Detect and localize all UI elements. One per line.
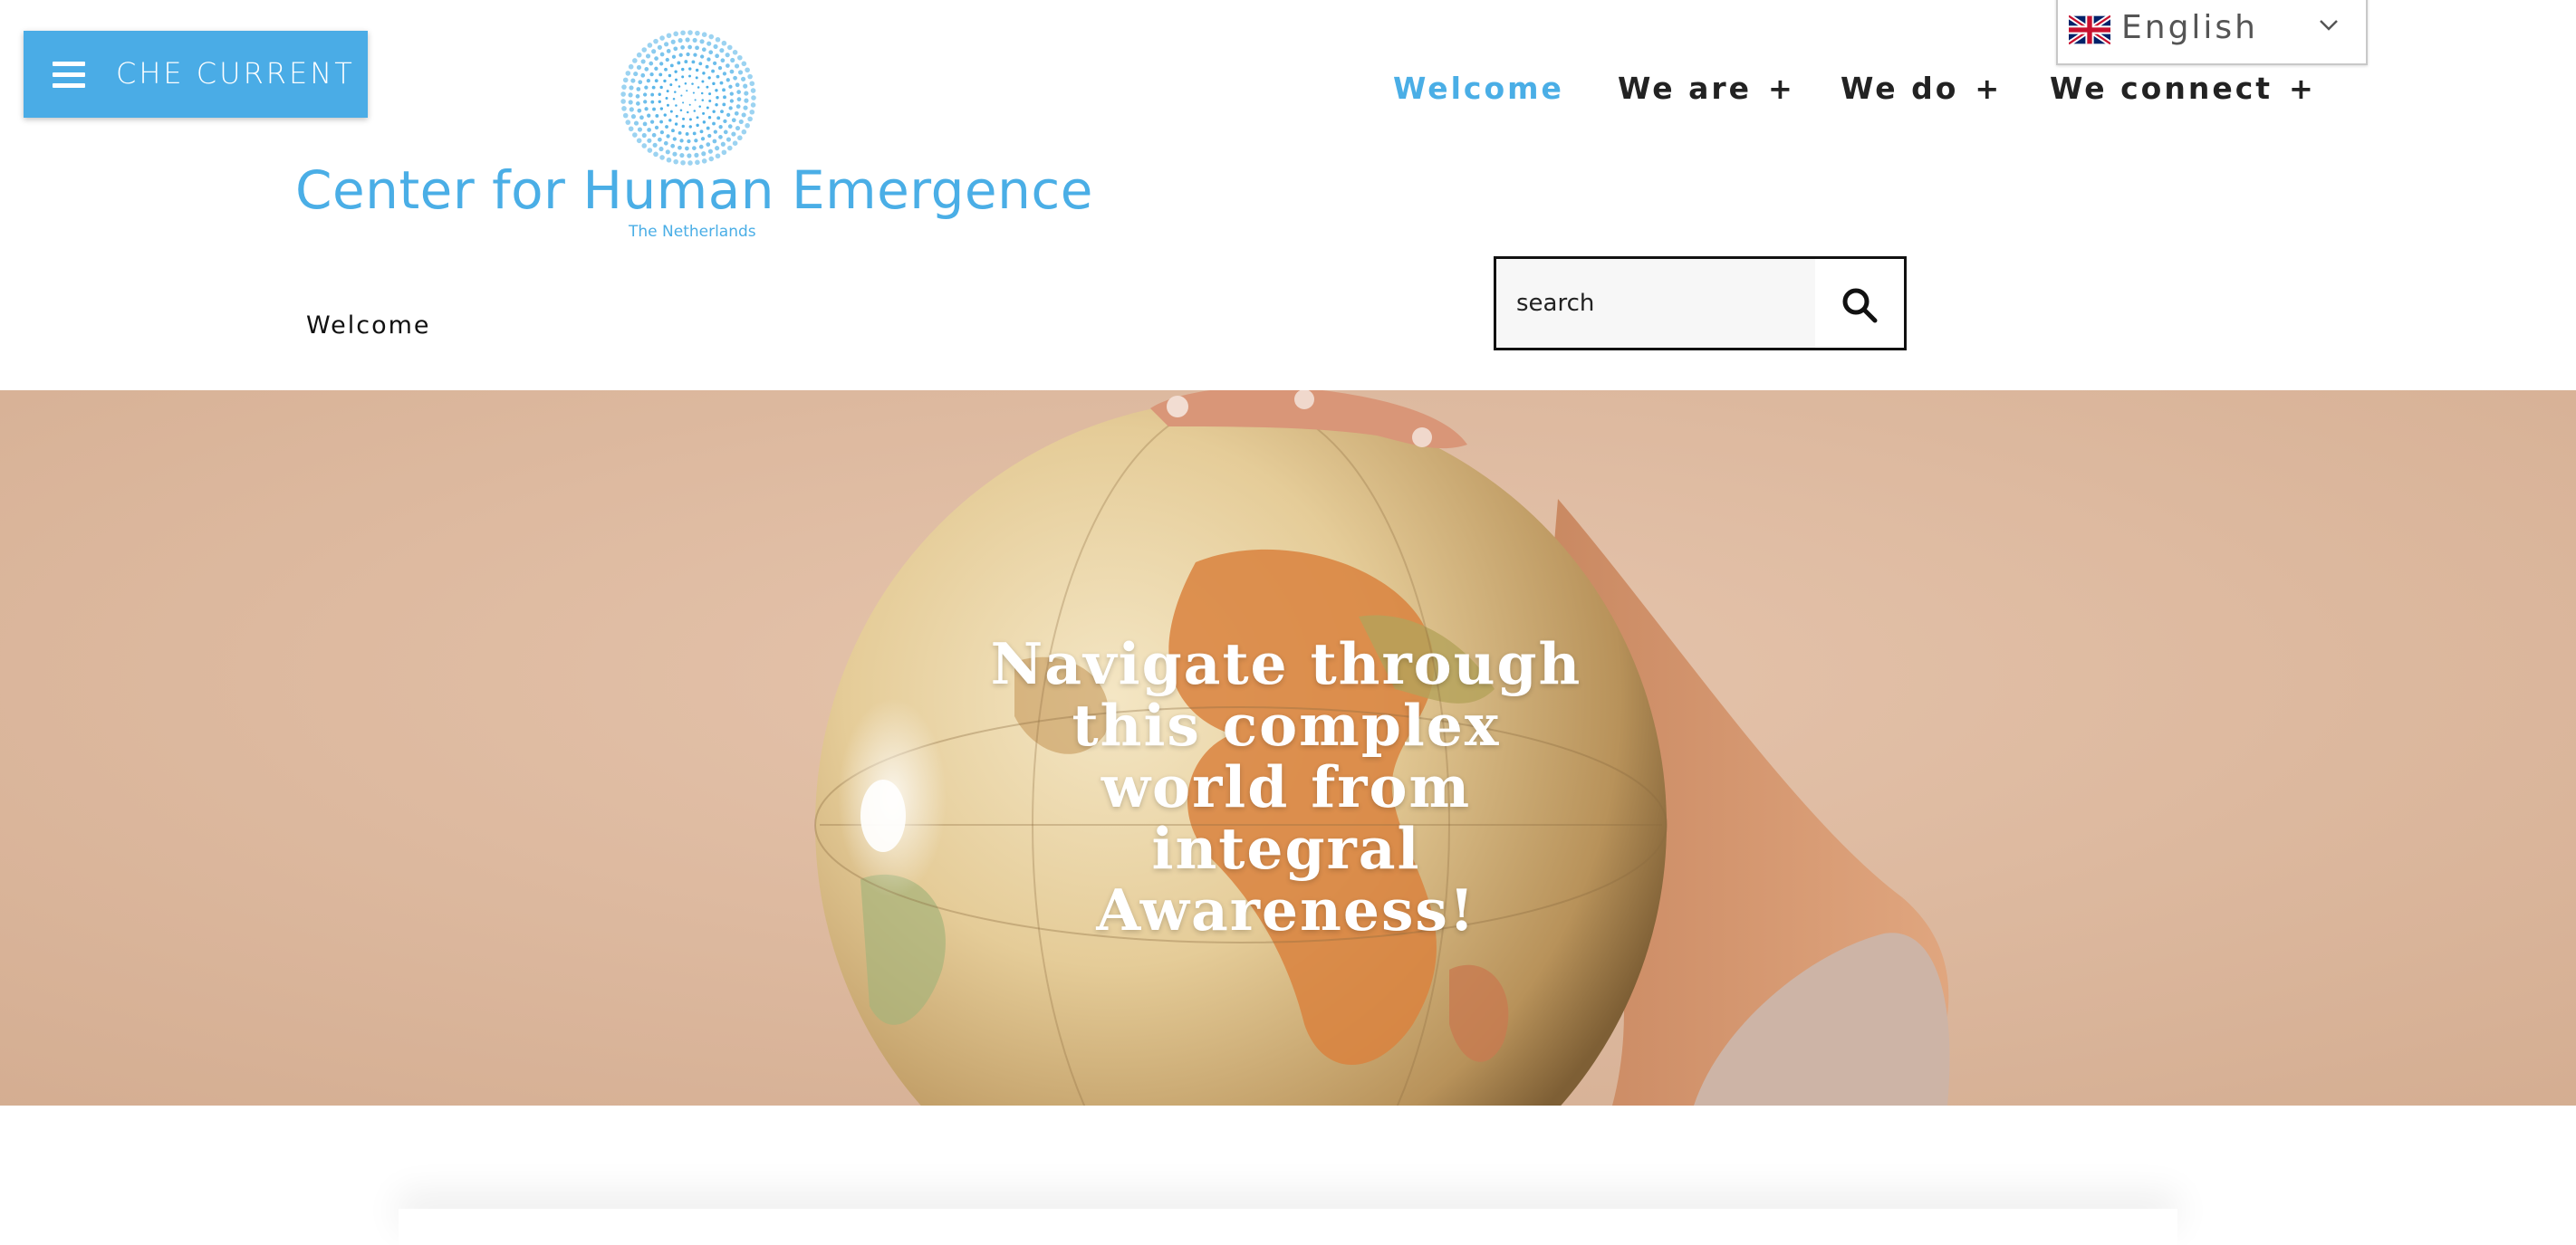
search-box: [1494, 256, 1907, 350]
hero-heading: Navigate through this complex world from…: [990, 630, 1582, 943]
plus-icon[interactable]: +: [1975, 72, 1999, 106]
logo-title: Center for Human Emergence: [295, 159, 1093, 221]
search-button[interactable]: [1815, 259, 1904, 348]
chevron-down-icon: [2320, 20, 2338, 31]
content-card: [399, 1209, 2177, 1245]
nav-item-we-are[interactable]: We are +: [1618, 71, 1793, 106]
uk-flag-icon: [2069, 14, 2110, 45]
nav-item-welcome[interactable]: Welcome: [1393, 71, 1564, 106]
language-label: English: [2121, 9, 2258, 46]
hamburger-icon: [53, 62, 85, 88]
nav-item-we-connect[interactable]: We connect +: [2050, 71, 2313, 106]
nav-item-label: We connect: [2050, 71, 2273, 106]
plus-icon[interactable]: +: [2289, 72, 2313, 106]
search-input[interactable]: [1496, 259, 1815, 348]
site-logo[interactable]: Center for Human Emergence The Netherlan…: [290, 25, 1096, 247]
nav-item-label: We are: [1618, 71, 1753, 106]
nav-item-label: We do: [1841, 71, 1959, 106]
nav-item-we-do[interactable]: We do +: [1841, 71, 1999, 106]
language-selector[interactable]: English: [2056, 0, 2368, 65]
plus-icon[interactable]: +: [1768, 72, 1793, 106]
breadcrumb: Welcome: [306, 311, 431, 340]
logo-dots-icon: [620, 30, 756, 166]
hero-banner: Navigate through this complex world from…: [0, 390, 2576, 1106]
nav-item-label: Welcome: [1393, 71, 1564, 106]
search-icon: [1842, 288, 1878, 323]
logo-subtitle: The Netherlands: [629, 223, 756, 241]
